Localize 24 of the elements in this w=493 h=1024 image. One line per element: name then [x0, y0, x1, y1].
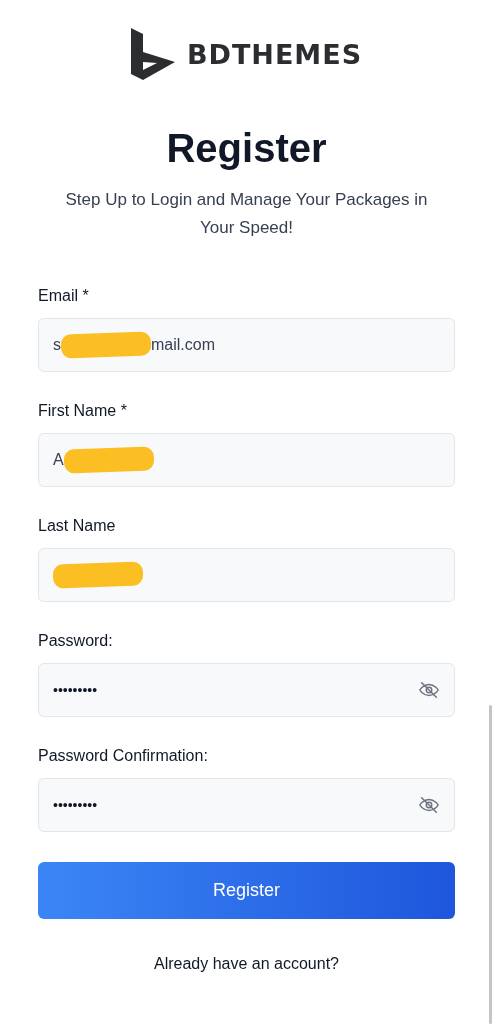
- field-value: s: [53, 336, 61, 354]
- field-value: A: [53, 451, 64, 469]
- password-value: •••••••••: [53, 682, 99, 698]
- register-button[interactable]: Register: [38, 862, 455, 919]
- logo-icon: [130, 28, 175, 80]
- field-label: Password:: [38, 631, 113, 651]
- password-value: •••••••••: [53, 797, 99, 813]
- login-link[interactable]: Already have an account?: [154, 955, 339, 973]
- input-field[interactable]: s mail.com: [38, 318, 455, 372]
- eye-off-icon[interactable]: [418, 794, 440, 816]
- field-label: Password Confirmation:: [38, 746, 208, 766]
- field-value: mail.com: [151, 336, 215, 354]
- input-field[interactable]: A: [38, 433, 455, 487]
- input-field[interactable]: [38, 548, 455, 602]
- input-field[interactable]: •••••••••: [38, 778, 455, 832]
- subtitle: Step Up to Login and Manage Your Packages in Your Speed!: [64, 189, 429, 239]
- scrollbar[interactable]: [489, 705, 492, 1024]
- page-title: Register: [165, 125, 328, 172]
- field-label: First Name *: [38, 401, 127, 421]
- field-label: Last Name: [38, 516, 116, 536]
- field-label: Email *: [38, 286, 89, 306]
- logo-text: BDTHEMES: [186, 38, 363, 70]
- input-field[interactable]: •••••••••: [38, 663, 455, 717]
- eye-off-icon[interactable]: [418, 679, 440, 701]
